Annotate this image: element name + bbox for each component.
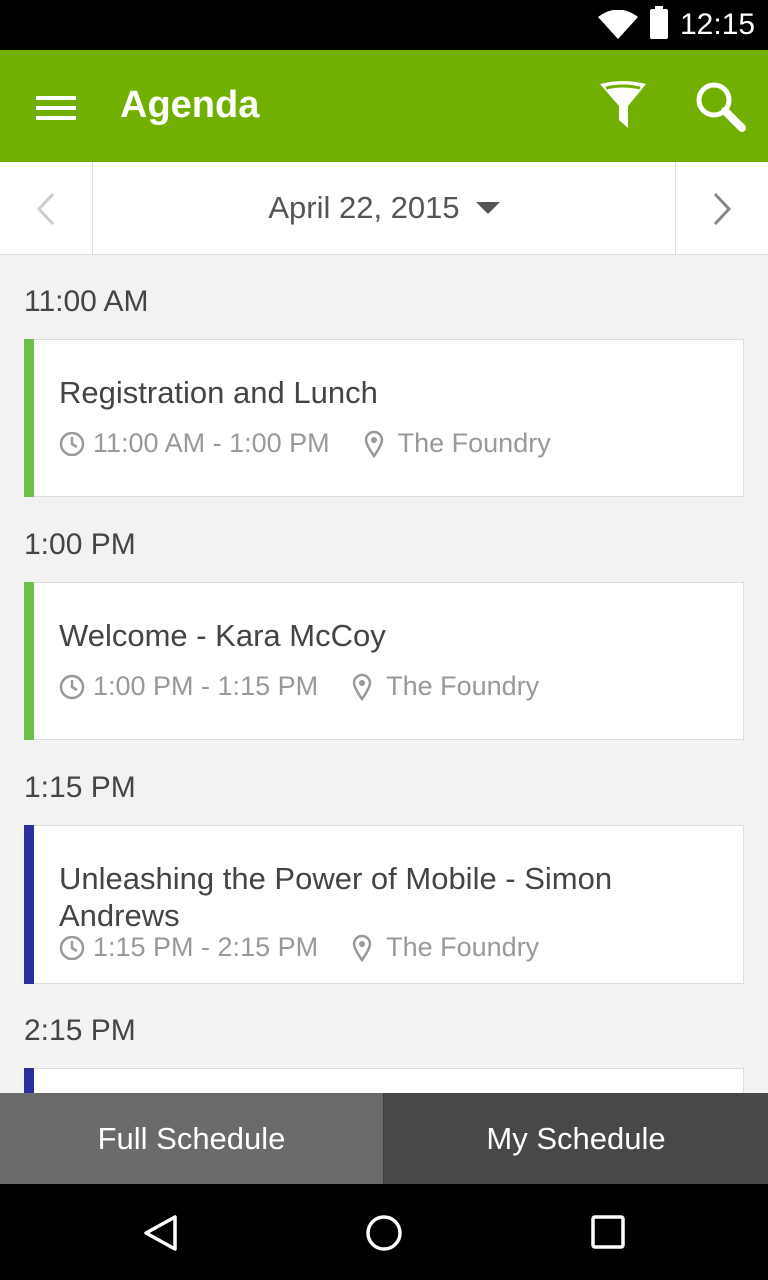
chevron-right-icon: [713, 192, 732, 226]
app-bar: Agenda: [0, 50, 768, 162]
agenda-list[interactable]: 11:00 AM Registration and Lunch 11:00 AM…: [0, 255, 768, 1093]
recents-icon[interactable]: [590, 1214, 626, 1250]
system-nav-bar: [0, 1184, 768, 1280]
session-card[interactable]: [24, 1068, 744, 1093]
session-meta: 1:15 PM - 2:15 PM The Foundry: [59, 932, 539, 963]
page-title: Agenda: [120, 84, 260, 126]
session-title: Welcome - Kara McCoy: [59, 618, 386, 653]
clock-icon: [59, 431, 85, 456]
status-time: 12:15: [680, 8, 756, 41]
status-bar: 12:15: [0, 0, 768, 50]
time-header: 11:00 AM: [24, 285, 149, 318]
session-title: Registration and Lunch: [59, 375, 378, 410]
session-time-range: 1:00 PM - 1:15 PM: [93, 671, 319, 701]
tab-my-schedule[interactable]: My Schedule: [384, 1093, 768, 1184]
clock-icon: [59, 935, 85, 960]
location-pin-icon: [352, 673, 372, 701]
home-icon[interactable]: [365, 1214, 403, 1252]
date-navigation: April 22, 2015: [0, 162, 768, 255]
back-icon[interactable]: [142, 1214, 178, 1252]
chevron-left-icon: [36, 192, 55, 226]
session-card[interactable]: Welcome - Kara McCoy 1:00 PM - 1:15 PM T…: [24, 582, 744, 740]
menu-icon[interactable]: [36, 96, 76, 120]
session-accent-bar: [24, 1068, 34, 1093]
session-meta: 1:00 PM - 1:15 PM The Foundry: [59, 671, 539, 702]
time-header: 1:15 PM: [24, 771, 136, 804]
session-card[interactable]: Unleashing the Power of Mobile - Simon A…: [24, 825, 744, 984]
session-time-range: 11:00 AM - 1:00 PM: [93, 428, 330, 458]
location-pin-icon: [352, 934, 372, 962]
next-day-button[interactable]: [675, 162, 768, 254]
filter-icon[interactable]: [598, 80, 648, 132]
clock-icon: [59, 674, 85, 699]
session-location: The Foundry: [386, 932, 540, 962]
wifi-icon: [598, 10, 638, 39]
session-location: The Foundry: [386, 671, 540, 701]
location-pin-icon: [364, 430, 383, 458]
session-accent-bar: [24, 339, 34, 497]
previous-day-button[interactable]: [0, 162, 93, 254]
dropdown-arrow-icon: [475, 202, 500, 214]
session-accent-bar: [24, 582, 34, 740]
schedule-tabs: Full Schedule My Schedule: [0, 1093, 768, 1184]
session-time-range: 1:15 PM - 2:15 PM: [93, 932, 319, 962]
tab-full-schedule[interactable]: Full Schedule: [0, 1093, 384, 1184]
session-location: The Foundry: [397, 428, 551, 458]
date-label: April 22, 2015: [268, 190, 460, 225]
time-header: 2:15 PM: [24, 1014, 136, 1047]
time-header: 1:00 PM: [24, 528, 136, 561]
session-title: Unleashing the Power of Mobile - Simon A…: [59, 861, 613, 933]
search-icon[interactable]: [694, 80, 746, 132]
session-card[interactable]: Registration and Lunch 11:00 AM - 1:00 P…: [24, 339, 744, 497]
battery-icon: [650, 6, 668, 39]
date-dropdown[interactable]: April 22, 2015: [93, 162, 675, 254]
session-accent-bar: [24, 825, 34, 984]
session-meta: 11:00 AM - 1:00 PM The Foundry: [59, 428, 551, 459]
